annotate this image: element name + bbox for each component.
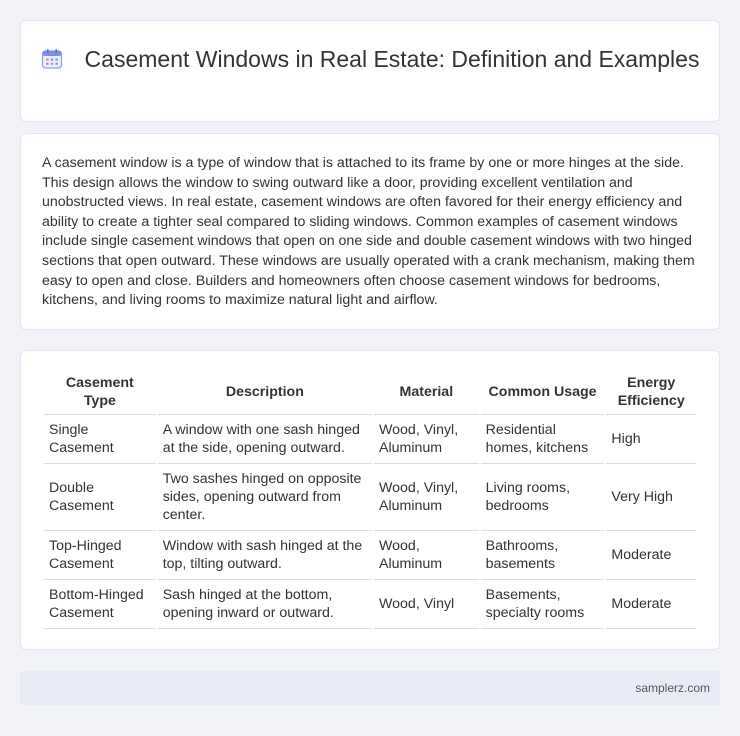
cell-common-usage: Bathrooms, basements <box>480 531 605 580</box>
cell-description: Sash hinged at the bottom, opening inwar… <box>157 580 373 629</box>
cell-material: Wood, Vinyl, Aluminum <box>374 415 479 464</box>
footer-site-link[interactable]: samplerz.com <box>635 681 710 695</box>
cell-energy-efficiency: Very High <box>606 464 696 531</box>
cell-casement-type: Bottom-Hinged Casement <box>44 580 156 629</box>
calendar-icon <box>41 49 62 69</box>
cell-casement-type: Double Casement <box>44 464 156 531</box>
cell-casement-type: Top-Hinged Casement <box>44 531 156 580</box>
header-material: Material <box>374 370 479 415</box>
cell-energy-efficiency: Moderate <box>606 531 696 580</box>
cell-description: Window with sash hinged at the top, tilt… <box>157 531 373 580</box>
cell-casement-type: Single Casement <box>44 415 156 464</box>
table-row: Single Casement A window with one sash h… <box>44 415 696 464</box>
cell-common-usage: Residential homes, kitchens <box>480 415 605 464</box>
casement-table: Casement Type Description Material Commo… <box>42 370 698 629</box>
cell-energy-efficiency: Moderate <box>606 580 696 629</box>
cell-description: A window with one sash hinged at the sid… <box>157 415 373 464</box>
footer-bar: samplerz.com <box>20 671 720 705</box>
table-row: Double Casement Two sashes hinged on opp… <box>44 464 696 531</box>
header-energy-efficiency: Energy Efficiency <box>606 370 696 415</box>
cell-material: Wood, Aluminum <box>374 531 479 580</box>
table-row: Top-Hinged Casement Window with sash hin… <box>44 531 696 580</box>
header-common-usage: Common Usage <box>480 370 605 415</box>
description-card: A casement window is a type of window th… <box>20 133 720 330</box>
cell-common-usage: Basements, specialty rooms <box>480 580 605 629</box>
cell-description: Two sashes hinged on opposite sides, ope… <box>157 464 373 531</box>
description-text: A casement window is a type of window th… <box>42 155 695 309</box>
cell-common-usage: Living rooms, bedrooms <box>480 464 605 531</box>
title-card: Casement Windows in Real Estate: Definit… <box>20 20 720 122</box>
header-description: Description <box>157 370 373 415</box>
header-casement-type: Casement Type <box>44 370 156 415</box>
cell-material: Wood, Vinyl, Aluminum <box>374 464 479 531</box>
page-title-wrapper: Casement Windows in Real Estate: Definit… <box>21 45 719 74</box>
table-header-row: Casement Type Description Material Commo… <box>44 370 696 415</box>
table-card: Casement Type Description Material Commo… <box>20 350 720 650</box>
cell-energy-efficiency: High <box>606 415 696 464</box>
table-row: Bottom-Hinged Casement Sash hinged at th… <box>44 580 696 629</box>
cell-material: Wood, Vinyl <box>374 580 479 629</box>
page-title: Casement Windows in Real Estate: Definit… <box>84 46 700 72</box>
